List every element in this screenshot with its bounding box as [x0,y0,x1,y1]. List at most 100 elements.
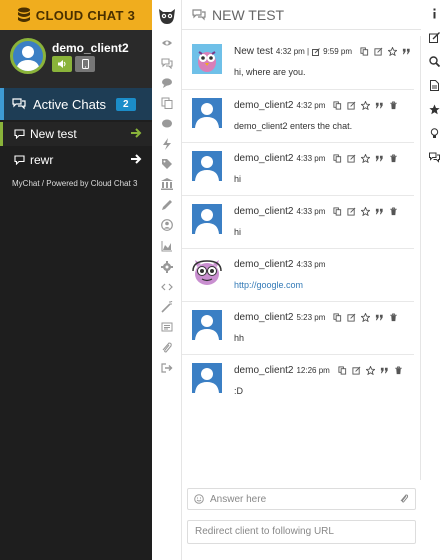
mobile-toggle-button[interactable] [75,56,95,72]
message-item: demo_client2 5:23 pm hh [182,302,414,355]
quote-icon[interactable] [375,101,384,110]
trash-icon[interactable] [389,154,398,163]
avatar[interactable] [10,38,46,74]
paperclip-icon[interactable] [161,342,173,354]
message-author: demo_client2 [234,153,294,164]
quote-icon[interactable] [375,313,384,322]
redirect-url-input[interactable]: Redirect client to following URL [187,520,416,544]
message-author: New test [234,46,273,57]
message-time: 4:33 pm [296,207,326,216]
area-chart-icon[interactable] [161,240,173,252]
arrow-right-icon[interactable] [130,153,142,165]
copy-icon[interactable] [333,313,342,322]
star-icon[interactable] [361,154,371,163]
file-icon[interactable] [429,80,440,91]
message-link[interactable]: http://google.com [234,280,303,290]
avatar [192,310,222,340]
star-icon[interactable] [361,207,371,216]
star-icon[interactable] [361,313,371,322]
avatar [192,151,222,181]
trash-icon[interactable] [389,101,398,110]
trash-icon[interactable] [394,366,403,375]
message-time: 12:26 pm [296,366,330,375]
owl-logo-icon[interactable] [157,6,177,26]
copy-icon[interactable] [333,154,342,163]
avatar [192,44,222,74]
message-time: 4:33 pm [296,154,326,163]
user-silhouette-icon [195,103,219,128]
comment-bubble-icon[interactable] [161,118,173,130]
comments-icon[interactable] [161,57,173,69]
quote-icon[interactable] [375,154,384,163]
edit-icon[interactable] [347,313,356,322]
star-icon[interactable] [361,101,371,110]
comment-icon [14,129,25,139]
trash-icon[interactable] [389,313,398,322]
brand-title: CLOUD CHAT 3 [35,7,136,23]
profile-name: demo_client2 [52,41,129,55]
sidebar: CLOUD CHAT 3 demo_client2 Active Chats 2… [0,0,152,560]
edit-icon[interactable] [347,207,356,216]
message-edited-time: 9:59 pm [323,47,353,56]
bank-icon[interactable] [161,178,173,190]
comment-icon [14,155,25,165]
message-actions [333,101,398,110]
pencil-icon[interactable] [161,199,173,211]
message-actions [333,154,398,163]
newspaper-icon[interactable] [161,321,173,333]
user-silhouette-icon [195,156,219,181]
star-icon[interactable] [365,366,375,375]
message-list: New test 4:32 pm | 9:59 pm hi, where are… [182,36,421,480]
monster-avatar-icon [192,260,222,285]
edit-icon[interactable] [374,47,383,56]
copy-icon[interactable] [161,97,173,109]
sign-out-icon[interactable] [161,362,173,374]
bolt-icon[interactable] [161,138,173,150]
paperclip-icon[interactable] [400,494,409,504]
message-text: :D [234,386,243,396]
brand-header[interactable]: CLOUD CHAT 3 [0,0,152,30]
comments-icon[interactable] [429,152,440,163]
answer-input[interactable]: Answer here [187,488,416,510]
edit-icon [312,47,320,56]
mobile-icon [81,59,89,69]
message-author: demo_client2 [234,100,294,111]
tag-icon[interactable] [161,158,173,170]
smile-icon[interactable] [194,494,204,504]
info-icon[interactable] [429,8,440,19]
answer-placeholder: Answer here [210,493,267,505]
quote-icon[interactable] [402,47,411,56]
user-silhouette-icon [195,368,219,393]
edit-icon[interactable] [347,154,356,163]
chat-list-item-new-test[interactable]: New test [0,122,152,146]
gear-icon[interactable] [161,261,173,273]
lightbulb-icon[interactable] [429,128,440,139]
profile-panel: demo_client2 [0,30,152,88]
right-toolbar [421,0,448,560]
quote-icon[interactable] [380,366,389,375]
star-icon[interactable] [429,104,440,115]
copy-icon[interactable] [360,47,369,56]
user-circle-icon[interactable] [161,219,173,231]
comment-icon[interactable] [161,77,173,89]
arrow-right-icon[interactable] [130,127,142,139]
trash-icon[interactable] [389,207,398,216]
active-chats-header[interactable]: Active Chats 2 [0,88,152,120]
chat-list-item-label: New test [30,127,77,141]
edit-icon[interactable] [347,101,356,110]
copy-icon[interactable] [338,366,347,375]
edit-icon[interactable] [352,366,361,375]
avatar [192,257,222,287]
sound-toggle-button[interactable] [52,56,72,72]
magic-wand-icon[interactable] [161,301,173,313]
eye-icon[interactable] [161,37,173,49]
edit-icon[interactable] [429,32,440,43]
search-icon[interactable] [429,56,440,67]
star-icon[interactable] [388,47,398,56]
volume-icon [58,60,66,68]
copy-icon[interactable] [333,101,342,110]
code-icon[interactable] [161,281,173,293]
chat-list-item-rewr[interactable]: rewr [0,148,152,172]
quote-icon[interactable] [375,207,384,216]
copy-icon[interactable] [333,207,342,216]
